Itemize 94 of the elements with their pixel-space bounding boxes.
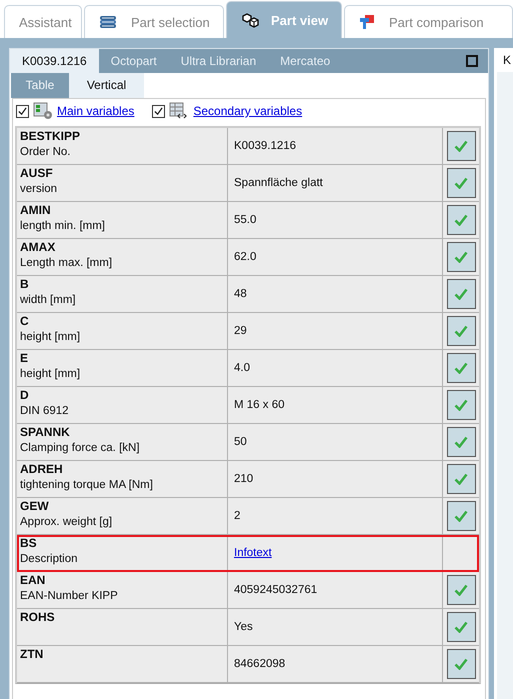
variable-name: AMAX bbox=[20, 240, 56, 255]
layers-icon bbox=[99, 15, 117, 29]
checkmark-icon bbox=[454, 473, 468, 485]
value-text: 48 bbox=[234, 288, 247, 300]
checkmark-icon bbox=[454, 251, 468, 263]
confirm-button[interactable] bbox=[446, 501, 476, 531]
confirm-button[interactable] bbox=[446, 205, 476, 235]
view-tab[interactable]: Table bbox=[11, 73, 69, 98]
variable-description: length min. [mm] bbox=[20, 219, 106, 234]
value-text: M 16 x 60 bbox=[234, 399, 284, 411]
variable-name: E bbox=[20, 351, 30, 366]
variable-description: version bbox=[20, 182, 58, 197]
variable-name: D bbox=[20, 388, 30, 403]
variable-name: AMIN bbox=[20, 203, 52, 218]
variable-name: ADREH bbox=[20, 462, 64, 477]
checkmark-icon bbox=[454, 584, 468, 596]
main-tab[interactable]: Part comparison bbox=[344, 5, 513, 38]
confirm-button[interactable] bbox=[446, 649, 476, 679]
checkmark-icon bbox=[454, 177, 468, 189]
value-text: Yes bbox=[234, 621, 253, 633]
confirm-button[interactable] bbox=[446, 390, 476, 420]
confirm-button[interactable] bbox=[446, 427, 476, 457]
table-gear-icon bbox=[33, 102, 53, 120]
panel-tab[interactable]: K bbox=[497, 48, 513, 72]
compare-icon bbox=[359, 14, 375, 30]
confirm-button[interactable] bbox=[446, 575, 476, 605]
confirm-button[interactable] bbox=[446, 168, 476, 198]
main-tab[interactable]: Assistant bbox=[4, 5, 82, 38]
variable-description: height [mm] bbox=[20, 367, 82, 382]
variable-name: BS bbox=[20, 536, 38, 551]
variable-description: Length max. [mm] bbox=[20, 256, 114, 271]
checkmark-icon bbox=[454, 214, 468, 226]
variable-name: GEW bbox=[20, 499, 50, 514]
variable-name: BESTKIPP bbox=[20, 129, 82, 144]
checkmark-icon bbox=[454, 510, 468, 522]
main-tab[interactable]: Part selection bbox=[84, 5, 224, 38]
maximize-icon bbox=[466, 55, 478, 67]
variable-description: Approx. weight [g] bbox=[20, 515, 114, 530]
variable-name: SPANNK bbox=[20, 425, 71, 440]
confirm-button[interactable] bbox=[446, 131, 476, 161]
panel-tab[interactable]: Mercateo bbox=[268, 49, 342, 73]
cubes-icon bbox=[241, 12, 261, 28]
panel-tab[interactable]: K0039.1216 bbox=[10, 49, 99, 73]
checkmark-icon bbox=[18, 106, 27, 116]
variable-description: tightening torque MA [Nm] bbox=[20, 478, 154, 493]
checkmark-icon bbox=[454, 399, 468, 411]
confirm-button[interactable] bbox=[446, 464, 476, 494]
value-text: 210 bbox=[234, 473, 254, 485]
value-text: K0039.1216 bbox=[234, 140, 296, 152]
filter-link[interactable]: Main variables bbox=[57, 104, 134, 118]
confirm-button[interactable] bbox=[446, 316, 476, 346]
value-text: 55.0 bbox=[234, 214, 256, 226]
confirm-button[interactable] bbox=[446, 279, 476, 309]
panel-tab[interactable]: Ultra Librarian bbox=[168, 49, 268, 73]
value-text: 4059245032761 bbox=[234, 584, 318, 596]
value-text: 84662098 bbox=[234, 658, 286, 670]
confirm-button[interactable] bbox=[446, 242, 476, 272]
checkbox[interactable] bbox=[152, 104, 166, 118]
checkmark-icon bbox=[454, 325, 468, 337]
variable-description: Description bbox=[20, 552, 79, 567]
checkmark-icon bbox=[454, 288, 468, 300]
variable-name: C bbox=[20, 314, 30, 329]
confirm-button[interactable] bbox=[446, 353, 476, 383]
variable-name: ROHS bbox=[20, 610, 56, 625]
variable-description: EAN-Number KIPP bbox=[20, 589, 119, 604]
value-text: 2 bbox=[234, 510, 240, 522]
checkmark-icon bbox=[454, 621, 468, 633]
variable-description: Clamping force ca. [kN] bbox=[20, 441, 141, 456]
variable-name: B bbox=[20, 277, 30, 292]
checkmark-icon bbox=[454, 140, 468, 152]
panel-tab[interactable]: Octopart bbox=[98, 49, 169, 73]
filter-link[interactable]: Secondary variables bbox=[193, 104, 302, 118]
checkmark-icon bbox=[454, 362, 468, 374]
view-tab[interactable]: Vertical bbox=[69, 73, 144, 98]
value-text: Spannfläche glatt bbox=[234, 177, 323, 189]
variable-description: width [mm] bbox=[20, 293, 77, 308]
variable-description: Order No. bbox=[20, 145, 72, 160]
value-text: 50 bbox=[234, 436, 247, 448]
value-text: 4.0 bbox=[234, 362, 250, 374]
main-tab[interactable]: Part view bbox=[226, 1, 342, 38]
variable-description: DIN 6912 bbox=[20, 404, 70, 419]
confirm-button[interactable] bbox=[446, 612, 476, 642]
table-code-icon bbox=[169, 102, 190, 120]
value-text: 62.0 bbox=[234, 251, 256, 263]
checkmark-icon bbox=[154, 106, 164, 116]
value-text: 29 bbox=[234, 325, 247, 337]
value-link[interactable]: Infotext bbox=[234, 547, 272, 559]
variable-description: height [mm] bbox=[20, 330, 82, 345]
checkmark-icon bbox=[454, 658, 468, 670]
variable-name: AUSF bbox=[20, 166, 54, 181]
variable-name: EAN bbox=[20, 573, 46, 588]
checkbox[interactable] bbox=[16, 104, 29, 118]
variable-name: ZTN bbox=[20, 647, 44, 662]
checkmark-icon bbox=[454, 436, 468, 448]
